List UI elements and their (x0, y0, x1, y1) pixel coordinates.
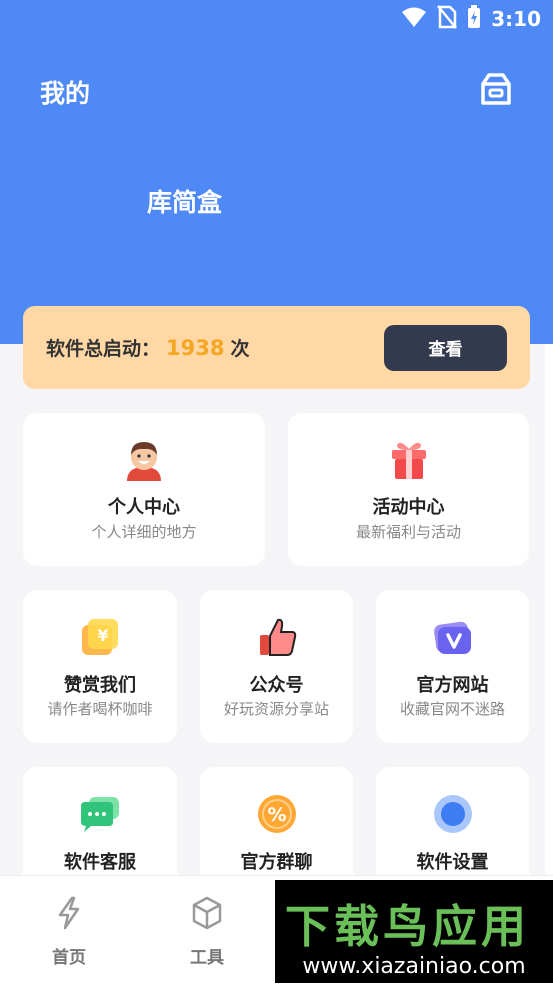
website-icon (433, 617, 473, 661)
svg-text:¥: ¥ (97, 626, 108, 645)
cube-icon (191, 896, 223, 934)
card-sponsor[interactable]: ¥ 赞赏我们 请作者喝杯咖啡 (23, 590, 177, 743)
card-subtitle: 最新福利与活动 (355, 523, 461, 541)
box-icon (481, 73, 511, 105)
tab-home[interactable]: 首页 (14, 876, 124, 984)
settings-dot-icon (433, 794, 473, 838)
app-name: 库简盒 (147, 188, 223, 217)
card-label: 公众号 (249, 675, 304, 696)
yen-icon: ¥ (80, 617, 120, 661)
card-subtitle: 个人详细的地方 (91, 523, 197, 541)
chat-icon (79, 794, 121, 838)
card-label: 软件设置 (416, 852, 489, 873)
launch-prefix: 软件总启动： (46, 338, 161, 360)
card-label: 个人中心 (108, 497, 180, 518)
header: 3:10 我的 库简盒 (0, 0, 553, 344)
card-label: 赞赏我们 (64, 675, 136, 696)
card-subtitle: 收藏官网不迷路 (399, 700, 505, 718)
card-personal-center[interactable]: 个人中心 个人详细的地方 (23, 413, 265, 566)
card-official-website[interactable]: 官方网站 收藏官网不迷路 (376, 590, 529, 743)
tab-label: 首页 (52, 948, 86, 968)
tab-tools[interactable]: 工具 (152, 876, 262, 984)
clock: 3:10 (491, 7, 541, 31)
no-sim-icon (437, 5, 458, 33)
battery-icon (467, 5, 481, 33)
launch-count: 1938 (166, 336, 225, 360)
card-label: 软件客服 (64, 852, 136, 873)
thumbs-up-icon (257, 617, 297, 661)
tab-label: 工具 (190, 948, 224, 968)
wifi-icon (401, 6, 427, 32)
avatar-icon (123, 439, 165, 485)
card-official-account[interactable]: 公众号 好玩资源分享站 (200, 590, 353, 743)
box-button[interactable] (476, 69, 516, 109)
launch-suffix: 次 (230, 338, 250, 360)
right-edge (545, 344, 553, 875)
page-title: 我的 (40, 79, 91, 108)
watermark-url: www.xiazainiao.com (302, 954, 526, 979)
card-activity-center[interactable]: 活动中心 最新福利与活动 (288, 413, 529, 566)
card-subtitle: 好玩资源分享站 (223, 700, 329, 718)
launch-text: 软件总启动： 1938 次 (46, 334, 249, 361)
launch-count-card: 软件总启动： 1938 次 查看 (23, 306, 530, 389)
view-button[interactable]: 查看 (384, 324, 507, 371)
card-label: 活动中心 (372, 497, 445, 518)
percent-icon: % (257, 794, 297, 838)
card-label: 官方群聊 (240, 852, 313, 873)
lightning-icon (55, 896, 83, 934)
status-bar: 3:10 (401, 5, 541, 33)
gift-icon (388, 439, 430, 485)
watermark-logo-text: 下载鸟应用 (285, 900, 531, 953)
card-label: 官方网站 (416, 675, 489, 696)
card-subtitle: 请作者喝杯咖啡 (47, 700, 153, 718)
watermark: 下载鸟应用 www.xiazainiao.com (275, 880, 553, 983)
svg-text:%: % (267, 804, 286, 826)
